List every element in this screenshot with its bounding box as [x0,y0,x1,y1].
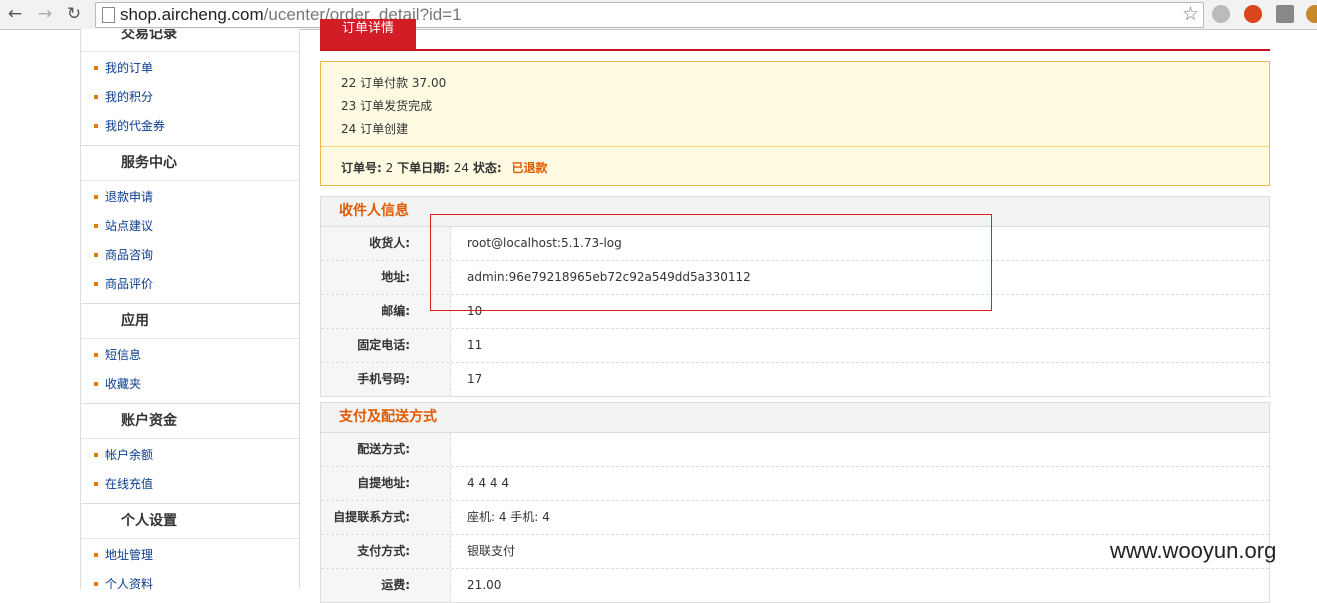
highlight-annotation-box [430,214,992,311]
info-row: 自提联系方式: 座机: 4 手机: 4 [321,501,1269,535]
row-label: 自提地址: [321,467,451,500]
sidebar-item-profile[interactable]: 个人资料 [81,570,299,599]
order-detail-main: 订单详情 22 订单付款 37.00 23 订单发货完成 24 订单创建 订单号… [320,19,1270,603]
order-log-box: 22 订单付款 37.00 23 订单发货完成 24 订单创建 订单号: 2 下… [320,61,1270,186]
row-value: 4 4 4 4 [467,476,509,490]
row-label: 配送方式: [321,433,451,466]
info-row: 配送方式: [321,433,1269,467]
row-value: 银联支付 [467,544,516,558]
sidebar-item-suggestion[interactable]: 站点建议 [81,212,299,241]
sidebar-item-vouchers[interactable]: 我的代金券 [81,112,299,141]
sidebar-item-balance[interactable]: 帐户余额 [81,441,299,470]
ucenter-sidebar: 交易记录 我的订单 我的积分 我的代金券 服务中心 退款申请 站点建议 商品咨询… [80,29,300,591]
sidebar-item-refund[interactable]: 退款申请 [81,183,299,212]
sidebar-item-recharge[interactable]: 在线充值 [81,470,299,499]
sidebar-heading-service: 服务中心 [81,145,299,181]
mail-extension-icon[interactable] [1276,5,1294,23]
cookie-extension-icon[interactable] [1306,5,1317,23]
info-row: 自提地址: 4 4 4 4 [321,467,1269,501]
row-value: 座机: 4 手机: 4 [467,510,550,524]
payment-title: 支付及配送方式 [321,403,1269,433]
info-row: 固定电话: 11 [321,329,1269,363]
row-label: 固定电话: [321,329,451,362]
row-value: 21.00 [467,578,502,592]
order-date-value: 24 [453,161,470,175]
reload-icon[interactable]: ↻ [64,4,84,24]
row-value: 11 [467,338,483,352]
watermark: www.wooyun.org [1110,538,1277,563]
page-icon [102,7,115,23]
sidebar-item-review[interactable]: 商品评价 [81,270,299,299]
sidebar-heading-trade: 交易记录 [81,29,299,52]
sidebar-heading-settings: 个人设置 [81,503,299,539]
row-label: 支付方式: [321,535,451,568]
sidebar-heading-apps: 应用 [81,303,299,339]
back-icon[interactable]: ← [5,4,25,24]
sidebar-item-messages[interactable]: 短信息 [81,341,299,370]
sidebar-item-points[interactable]: 我的积分 [81,83,299,112]
payment-panel: 支付及配送方式 配送方式: 自提地址: 4 4 4 4 自提联系方式: 座机: … [320,402,1270,603]
tab-order-detail[interactable]: 订单详情 [320,19,416,49]
status-badge: 已退款 [511,161,548,175]
log-entry: 22 订单付款 37.00 [341,76,447,90]
sidebar-heading-funds: 账户资金 [81,403,299,439]
sidebar-item-favorites[interactable]: 收藏夹 [81,370,299,399]
info-row: 手机号码: 17 [321,363,1269,396]
globe-extension-icon[interactable] [1212,5,1230,23]
order-summary: 订单号: 2 下单日期: 24 状态: 已退款 [341,159,548,176]
order-date-label: 下单日期: [397,161,450,175]
row-label: 手机号码: [321,363,451,396]
order-no-label: 订单号: [341,161,382,175]
log-entry: 24 订单创建 [341,122,409,136]
tab-bar: 订单详情 [320,19,1270,51]
sidebar-item-orders[interactable]: 我的订单 [81,54,299,83]
browser-toolbar: ← → ↻ shop.aircheng.com/ucenter/order_de… [0,0,1317,30]
sidebar-item-address[interactable]: 地址管理 [81,541,299,570]
row-label: 自提联系方式: [321,501,451,534]
sidebar-item-consult[interactable]: 商品咨询 [81,241,299,270]
address-bar[interactable]: shop.aircheng.com/ucenter/order_detail?i… [95,2,1204,28]
search-extension-icon[interactable] [1244,5,1262,23]
divider [321,146,1269,147]
log-entry: 23 订单发货完成 [341,99,433,113]
row-label: 运费: [321,569,451,602]
order-no-value: 2 [385,161,394,175]
info-row: 运费: 21.00 [321,569,1269,602]
forward-icon[interactable]: → [35,4,55,24]
row-value: 17 [467,372,483,386]
bookmark-star-icon[interactable]: ☆ [1182,3,1199,25]
status-label: 状态: [472,161,502,175]
